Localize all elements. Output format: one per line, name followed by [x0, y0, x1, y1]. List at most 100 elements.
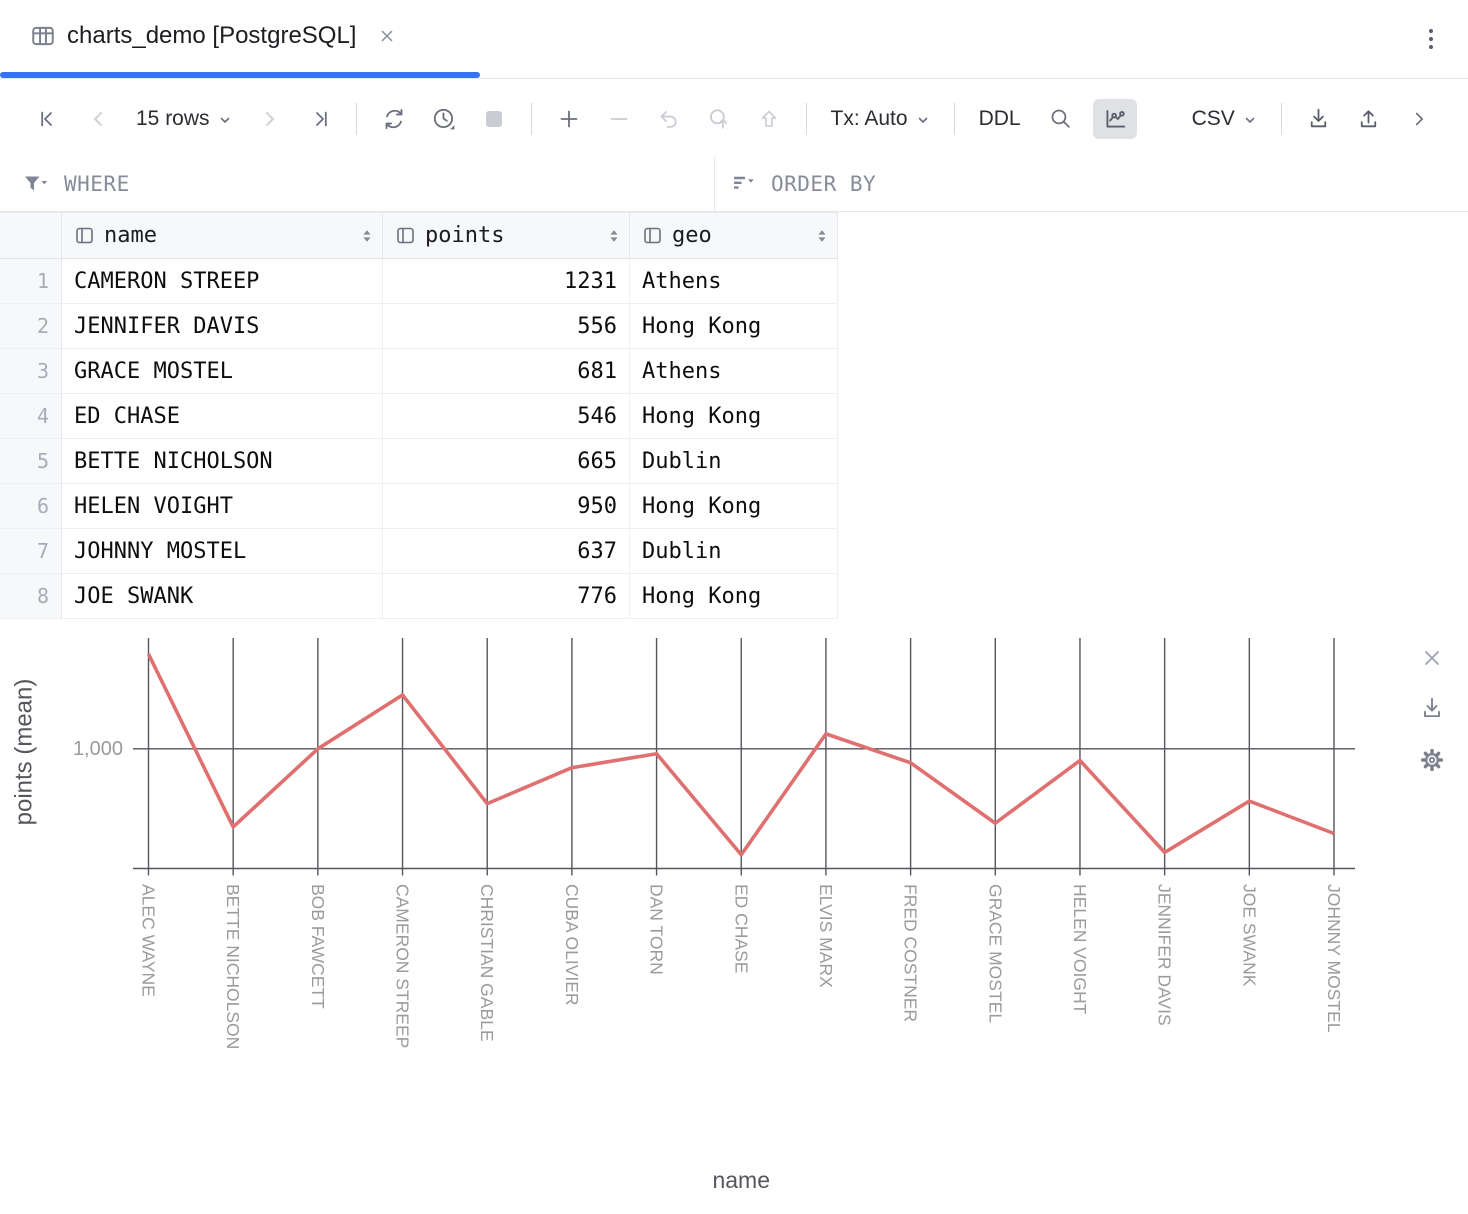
table-icon [30, 23, 56, 49]
table-row: 8 JOE SWANK 776 Hong Kong [0, 574, 838, 619]
prev-page-icon[interactable] [81, 101, 117, 137]
tab-close-icon[interactable] [377, 26, 397, 46]
column-label: geo [672, 223, 712, 248]
next-page-icon[interactable] [251, 101, 287, 137]
table-row: 3 GRACE MOSTEL 681 Athens [0, 349, 838, 394]
cell-name[interactable]: GRACE MOSTEL [62, 349, 383, 394]
cell-points[interactable]: 1231 [383, 259, 630, 304]
column-label: name [104, 223, 157, 248]
separator [954, 103, 955, 135]
cell-geo[interactable]: Athens [630, 349, 838, 394]
export-format-dropdown[interactable]: CSV [1192, 107, 1257, 131]
tab-strip: charts_demo [PostgreSQL] [0, 0, 1468, 79]
cell-name[interactable]: JOHNNY MOSTEL [62, 529, 383, 574]
stop-square [486, 111, 502, 127]
y-axis-title: points (mean) [11, 679, 38, 826]
add-row-icon[interactable] [551, 101, 587, 137]
chart-panel: 1,000ALEC WAYNEBETTE NICHOLSONBOB FAWCET… [0, 628, 1468, 1214]
kebab-menu-icon[interactable] [1420, 24, 1442, 54]
ddl-button[interactable]: DDL [979, 107, 1021, 131]
cell-name[interactable]: JENNIFER DAVIS [62, 304, 383, 349]
cell-geo[interactable]: Hong Kong [630, 574, 838, 619]
column-header-points[interactable]: points [383, 213, 630, 258]
cell-geo[interactable]: Hong Kong [630, 394, 838, 439]
chevron-down-icon [218, 113, 232, 127]
table-row: 4 ED CHASE 546 Hong Kong [0, 394, 838, 439]
cell-geo[interactable]: Hong Kong [630, 304, 838, 349]
tx-mode-label: Tx: Auto [831, 107, 908, 131]
schedule-refresh-icon[interactable] [426, 101, 462, 137]
cell-points[interactable]: 665 [383, 439, 630, 484]
chevron-down-icon [1243, 113, 1257, 127]
cell-geo[interactable]: Athens [630, 259, 838, 304]
row-number: 6 [0, 484, 62, 529]
svg-text:BETTE NICHOLSON: BETTE NICHOLSON [223, 884, 243, 1049]
cell-points[interactable]: 776 [383, 574, 630, 619]
separator [356, 103, 357, 135]
search-icon[interactable] [1043, 101, 1079, 137]
upload-icon[interactable] [1351, 101, 1387, 137]
grid-body: 1 CAMERON STREEP 1231 Athens 2 JENNIFER … [0, 259, 838, 619]
row-number: 7 [0, 529, 62, 574]
row-number-header[interactable] [0, 213, 62, 258]
more-toolbar-icon[interactable] [1401, 101, 1437, 137]
table-row: 7 JOHNNY MOSTEL 637 Dublin [0, 529, 838, 574]
chart-close-icon[interactable] [1420, 646, 1444, 670]
tx-mode-dropdown[interactable]: Tx: Auto [831, 107, 930, 131]
chevron-down-icon [916, 113, 930, 127]
result-grid: name points geo [0, 212, 838, 619]
first-page-icon[interactable] [31, 101, 67, 137]
chart-view-icon[interactable] [1093, 99, 1137, 139]
result-toolbar: 15 rows [0, 80, 1468, 157]
column-label: points [425, 223, 504, 248]
chart-download-icon[interactable] [1419, 695, 1445, 721]
cell-name[interactable]: HELEN VOIGHT [62, 484, 383, 529]
undo-icon[interactable] [651, 101, 687, 137]
row-number: 1 [0, 259, 62, 304]
where-placeholder: WHERE [64, 172, 130, 196]
sort-icon[interactable] [815, 226, 829, 246]
cell-points[interactable]: 637 [383, 529, 630, 574]
table-row: 2 JENNIFER DAVIS 556 Hong Kong [0, 304, 838, 349]
svg-text:BOB FAWCETT: BOB FAWCETT [308, 884, 328, 1009]
last-page-icon[interactable] [301, 101, 337, 137]
funnel-icon [22, 173, 50, 195]
svg-text:JOE SWANK: JOE SWANK [1239, 884, 1259, 987]
chart-tools [1418, 646, 1446, 774]
order-by-field[interactable]: ORDER BY [715, 157, 876, 211]
svg-text:JOHNNY MOSTEL: JOHNNY MOSTEL [1324, 884, 1344, 1033]
cell-name[interactable]: JOE SWANK [62, 574, 383, 619]
cell-points[interactable]: 681 [383, 349, 630, 394]
chart-settings-gear-icon[interactable] [1418, 746, 1446, 774]
cell-geo[interactable]: Dublin [630, 439, 838, 484]
submit-icon[interactable] [751, 101, 787, 137]
cell-points[interactable]: 556 [383, 304, 630, 349]
column-icon [74, 225, 95, 246]
sort-icon[interactable] [607, 226, 621, 246]
cell-name[interactable]: BETTE NICHOLSON [62, 439, 383, 484]
cell-points[interactable]: 950 [383, 484, 630, 529]
stop-icon[interactable] [476, 101, 512, 137]
svg-text:ELVIS MARX: ELVIS MARX [816, 884, 836, 988]
cell-geo[interactable]: Hong Kong [630, 484, 838, 529]
preview-changes-icon[interactable] [701, 101, 737, 137]
order-by-placeholder: ORDER BY [771, 172, 876, 196]
cell-name[interactable]: CAMERON STREEP [62, 259, 383, 304]
refresh-icon[interactable] [376, 101, 412, 137]
row-number: 3 [0, 349, 62, 394]
row-number: 4 [0, 394, 62, 439]
column-header-geo[interactable]: geo [630, 213, 838, 258]
order-by-icon [731, 173, 757, 195]
where-filter-field[interactable]: WHERE [0, 157, 714, 211]
delete-row-icon[interactable] [601, 101, 637, 137]
column-header-name[interactable]: name [62, 213, 383, 258]
page-size-dropdown[interactable]: 15 rows [136, 107, 232, 131]
cell-points[interactable]: 546 [383, 394, 630, 439]
sort-icon[interactable] [360, 226, 374, 246]
cell-name[interactable]: ED CHASE [62, 394, 383, 439]
row-number: 8 [0, 574, 62, 619]
tab-charts-demo[interactable]: charts_demo [PostgreSQL] [0, 0, 419, 72]
cell-geo[interactable]: Dublin [630, 529, 838, 574]
x-axis-title: name [712, 1167, 770, 1193]
download-icon[interactable] [1301, 101, 1337, 137]
